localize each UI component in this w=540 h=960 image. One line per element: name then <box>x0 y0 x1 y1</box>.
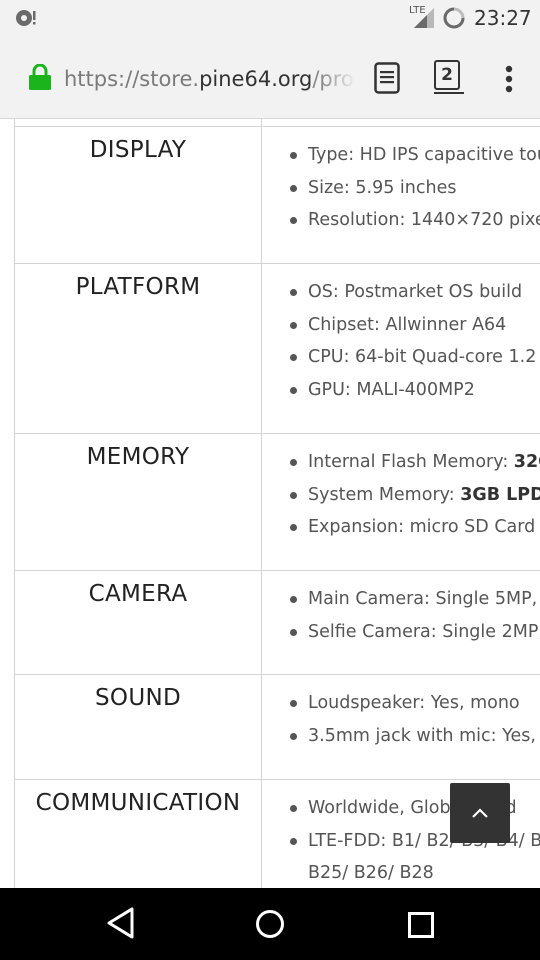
notification-icon <box>16 10 36 26</box>
spec-label: CAMERA <box>88 581 188 607</box>
url-scheme: https:// <box>64 67 140 91</box>
tabs-icon[interactable]: 2 <box>434 60 460 90</box>
home-icon[interactable] <box>255 909 285 939</box>
item-text: Internal Flash Memory: <box>308 452 514 472</box>
table-row: SOUND Loudspeaker: Yes, mono 3.5mm jack … <box>15 675 540 780</box>
list-item: Chipset: Allwinner A64 <box>290 309 540 342</box>
column-divider <box>261 780 262 888</box>
url-host: pine64.org <box>199 67 313 91</box>
table-row: MEMORY Internal Flash Memory: 32G System… <box>15 434 540 571</box>
list-item: OS: Postmarket OS build <box>290 276 540 309</box>
spec-label: PLATFORM <box>75 274 201 300</box>
clock: 23:27 <box>474 6 532 30</box>
battery-icon <box>443 7 465 29</box>
spec-label: DISPLAY <box>89 137 187 163</box>
spec-table: DISPLAY Type: HD IPS capacitive touc Siz… <box>14 119 540 888</box>
status-bar: LTE 23:27 <box>0 0 540 36</box>
list-item: Resolution: 1440×720 pixels <box>290 204 540 237</box>
spec-label: MEMORY <box>86 444 190 470</box>
spec-label: COMMUNICATION <box>35 790 241 816</box>
lock-icon[interactable] <box>28 64 52 90</box>
list-item: Selfie Camera: Single 2MP, f <box>290 616 540 649</box>
table-row: CAMERA Main Camera: Single 5MP, 1 Selfie… <box>15 571 540 675</box>
browser-toolbar: https://store.pine64.org/pro 2 <box>0 36 540 119</box>
column-divider <box>261 434 262 570</box>
spec-list: Type: HD IPS capacitive touc Size: 5.95 … <box>290 139 540 237</box>
spec-list: Internal Flash Memory: 32G System Memory… <box>290 446 540 544</box>
spec-label: SOUND <box>95 685 181 711</box>
list-item: 3.5mm jack with mic: Yes, st <box>290 720 540 753</box>
item-value: 32G <box>513 452 540 472</box>
list-item: Loudspeaker: Yes, mono <box>290 687 540 720</box>
list-item: Internal Flash Memory: 32G <box>290 446 540 479</box>
url-host-prefix: store. <box>139 67 200 91</box>
chevron-up-icon <box>472 808 488 818</box>
column-divider <box>261 127 262 263</box>
list-item: Expansion: micro SD Card su <box>290 511 540 544</box>
list-item: CPU: 64-bit Quad-core 1.2 G <box>290 341 540 374</box>
spec-list: Main Camera: Single 5MP, 1 Selfie Camera… <box>290 583 540 648</box>
list-item: System Memory: 3GB LPDD <box>290 479 540 512</box>
navigation-bar <box>0 888 540 960</box>
spec-list: Loudspeaker: Yes, mono 3.5mm jack with m… <box>290 687 540 752</box>
column-divider <box>261 571 262 674</box>
list-item: Size: 5.95 inches <box>290 172 540 205</box>
scroll-to-top-button[interactable] <box>450 783 510 843</box>
overflow-menu-icon[interactable] <box>500 64 518 96</box>
list-item: GPU: MALI-400MP2 <box>290 374 540 407</box>
spec-list: OS: Postmarket OS build Chipset: Allwinn… <box>290 276 540 406</box>
list-item: Type: HD IPS capacitive touc <box>290 139 540 172</box>
column-divider <box>261 264 262 433</box>
table-row: DISPLAY Type: HD IPS capacitive touc Siz… <box>15 127 540 264</box>
recents-icon[interactable] <box>408 912 434 938</box>
reader-mode-icon[interactable] <box>374 62 400 94</box>
item-value: 3GB LPDD <box>460 484 540 505</box>
item-text: System Memory: <box>308 484 461 505</box>
back-icon[interactable] <box>106 906 136 940</box>
column-divider <box>261 675 262 779</box>
item-text-continued: B25/ B26/ B28 <box>308 863 434 883</box>
table-row-partial <box>15 119 540 127</box>
tabs-underline <box>434 92 464 94</box>
table-row: PLATFORM OS: Postmarket OS build Chipset… <box>15 264 540 434</box>
url-fade <box>322 64 356 94</box>
list-item: Main Camera: Single 5MP, 1 <box>290 583 540 616</box>
page-content[interactable]: DISPLAY Type: HD IPS capacitive touc Siz… <box>0 119 540 888</box>
signal-icon <box>414 8 434 28</box>
url-field[interactable]: https://store.pine64.org/pro <box>64 64 354 94</box>
